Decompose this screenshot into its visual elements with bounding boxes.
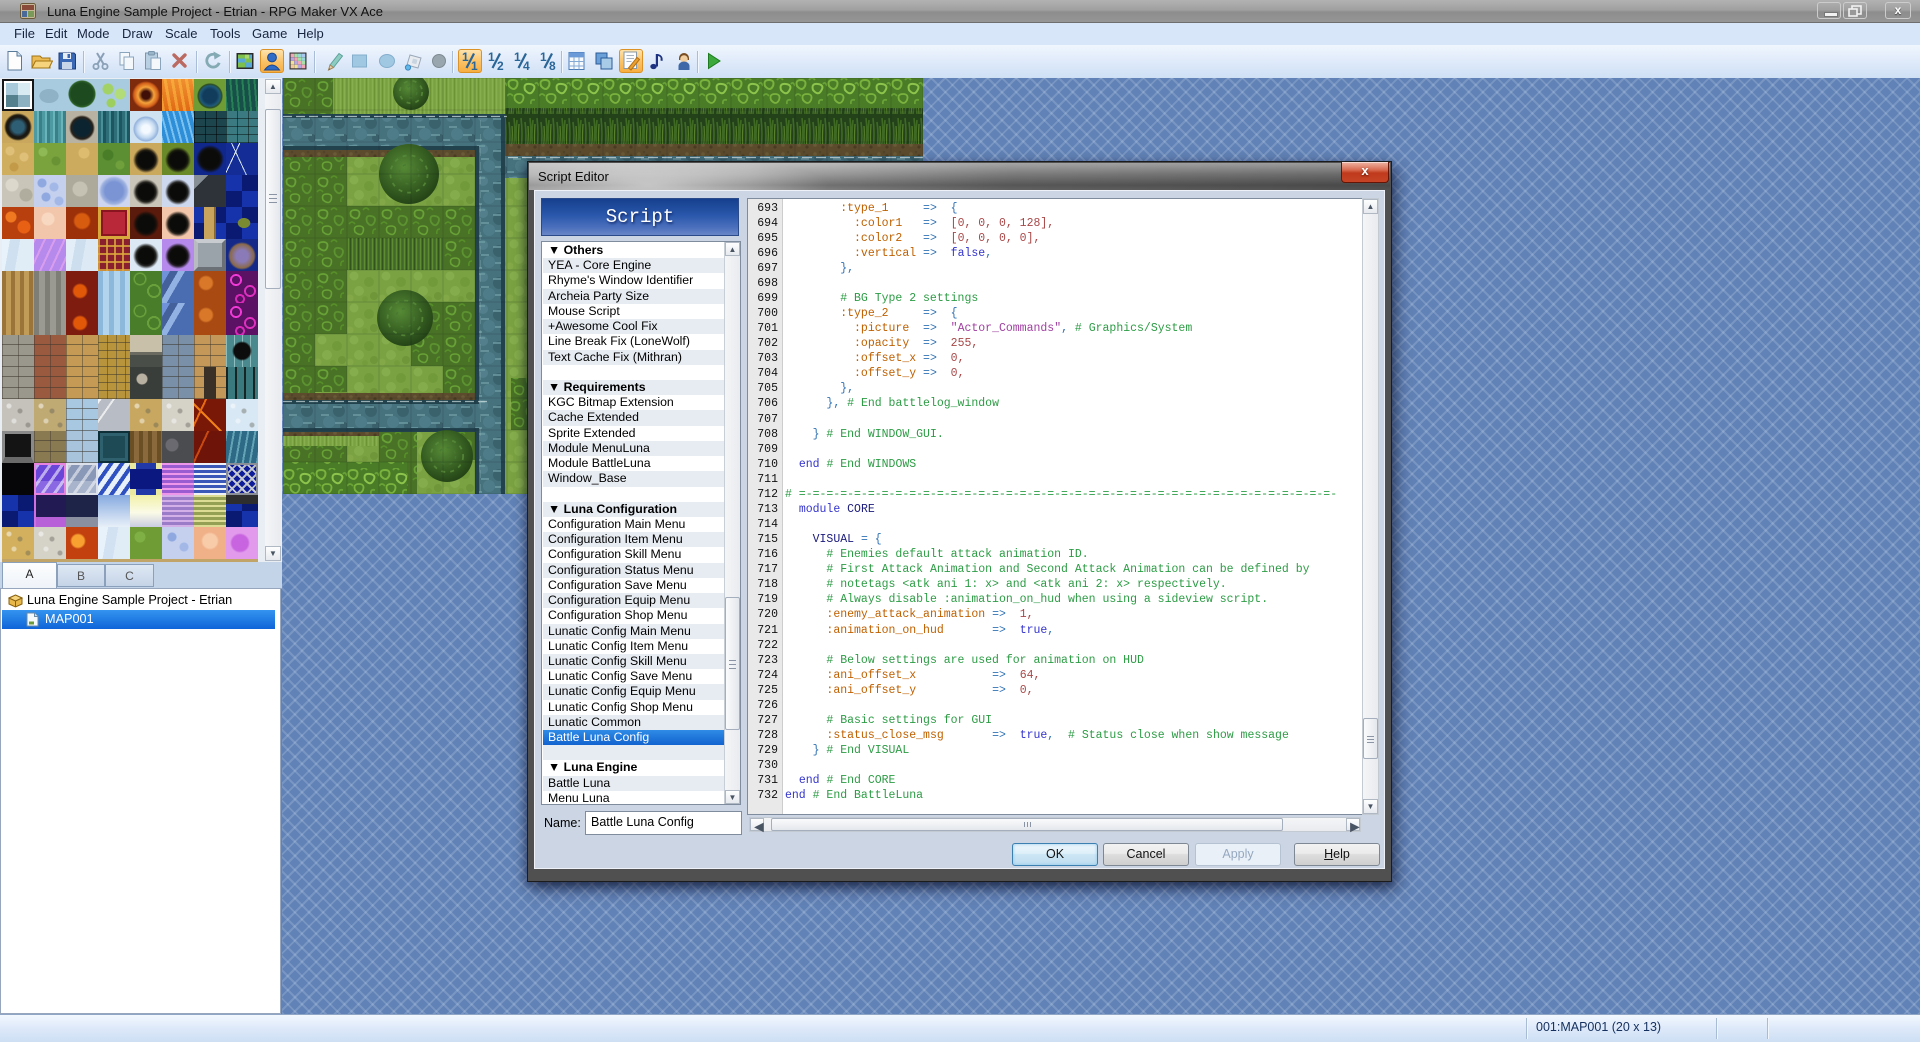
svg-text:1: 1 bbox=[471, 59, 478, 73]
svg-text:8: 8 bbox=[549, 59, 556, 73]
svg-text:1: 1 bbox=[540, 50, 547, 64]
svg-text:1: 1 bbox=[488, 50, 495, 64]
svg-text:4: 4 bbox=[523, 59, 530, 73]
svg-text:1: 1 bbox=[462, 50, 469, 64]
svg-text:1: 1 bbox=[514, 50, 521, 64]
svg-text:2: 2 bbox=[497, 59, 504, 73]
